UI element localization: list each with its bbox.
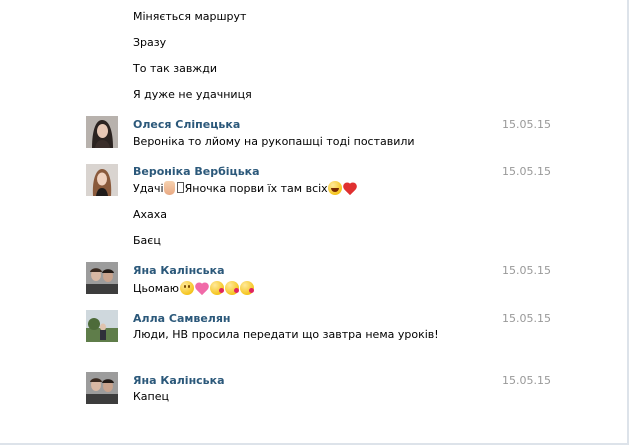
pink-heart-emoji	[195, 283, 209, 295]
avatar-veronika[interactable]	[86, 164, 118, 196]
message-date[interactable]: 15.05.15	[502, 374, 551, 388]
avatar-image	[86, 372, 118, 404]
laughing-emoji	[328, 181, 343, 195]
avatar-yana[interactable]	[86, 372, 118, 404]
message-author[interactable]: Олеся Сліпецька	[133, 118, 240, 132]
raised-hand-emoji	[164, 181, 176, 195]
avatar-olesia[interactable]	[86, 116, 118, 148]
message-text: Ахаха	[133, 208, 168, 221]
message-date[interactable]: 15.05.15	[502, 165, 551, 179]
unknown-glyph-icon	[176, 182, 184, 193]
avatar-image	[86, 262, 118, 294]
message-text: Люди, НВ просила передати що завтра нема…	[133, 328, 439, 341]
kissing-emoji	[209, 281, 224, 295]
message-author[interactable]: Алла Самвелян	[133, 312, 231, 326]
message-text: Я дуже не удачниця	[133, 88, 252, 101]
message-author[interactable]: Вероніка Вербіцька	[133, 165, 260, 179]
message-text: Зразу	[133, 36, 167, 49]
message-date[interactable]: 15.05.15	[502, 264, 551, 278]
message-text: Удачі Яночка порви їх там всіх	[133, 181, 358, 196]
message-author[interactable]: Яна Калінська	[133, 264, 225, 278]
message-text: Міняється маршрут	[133, 10, 247, 23]
avatar-image	[86, 164, 118, 196]
message-text: Баєц	[133, 234, 161, 247]
message-text-part: Удачі	[133, 182, 164, 195]
message-date[interactable]: 15.05.15	[502, 312, 551, 326]
message-text: Капец	[133, 390, 169, 403]
message-text: То так завжди	[133, 62, 217, 75]
smiling-emoji	[179, 281, 194, 295]
message-author[interactable]: Яна Калінська	[133, 374, 225, 388]
kissing-emoji	[239, 281, 254, 295]
avatar-alla[interactable]	[86, 310, 118, 342]
message-text-part: Цьомаю	[133, 282, 180, 295]
avatar-image	[86, 116, 118, 148]
message-text: Цьомаю	[133, 281, 254, 296]
kissing-emoji	[224, 281, 239, 295]
avatar-image	[86, 310, 118, 342]
message-text: Вероніка то лйому на рукопашці тоді пост…	[133, 135, 415, 148]
message-text-part: Яночка порви їх там всіх	[184, 182, 328, 195]
red-heart-emoji	[343, 183, 357, 195]
avatar-yana[interactable]	[86, 262, 118, 294]
message-date[interactable]: 15.05.15	[502, 118, 551, 132]
